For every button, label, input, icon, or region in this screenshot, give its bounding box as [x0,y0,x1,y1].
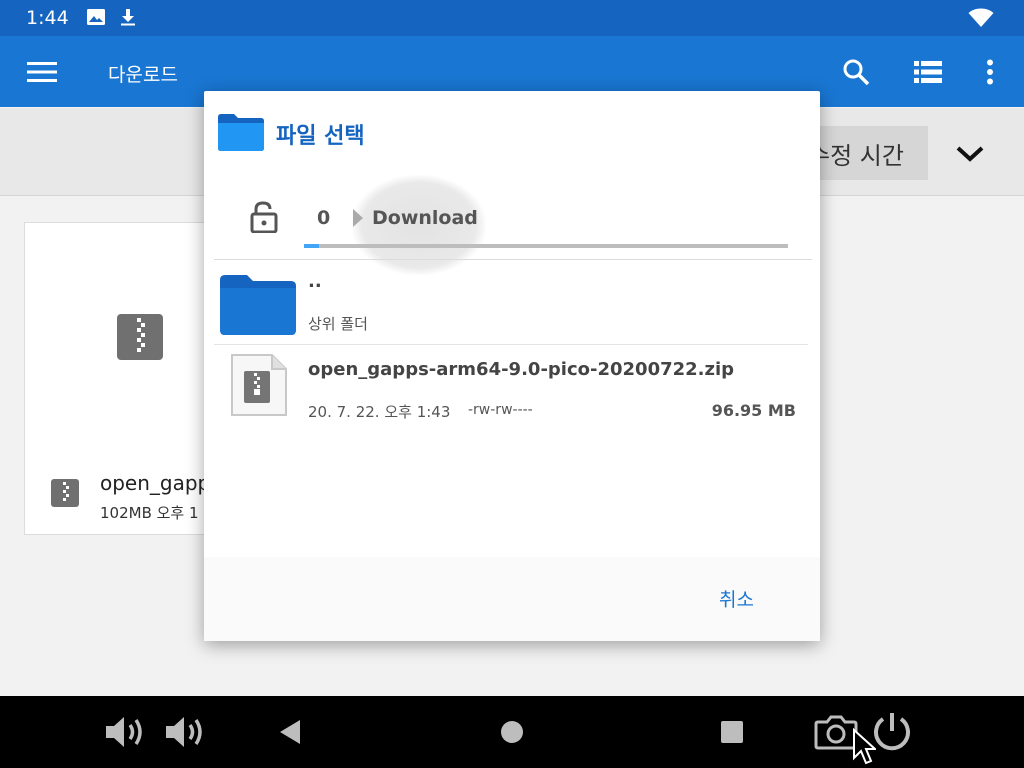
breadcrumb-scroll-thumb[interactable] [304,244,319,248]
download-icon [118,7,140,29]
image-icon [86,7,108,29]
dialog-title: 파일 선택 [276,124,365,149]
home-icon[interactable] [488,708,536,756]
list-item-name: .. [308,271,322,292]
list-item-size: 96.95 MB [711,401,796,420]
volume-up-icon[interactable] [162,708,210,756]
list-item-permissions: -rw-rw---- [468,402,533,418]
list-item-date: 20. 7. 22. 오후 1:43 [308,403,451,421]
file-picker-dialog: 파일 선택 0 Download .. 상위 폴더 open_gapps-arm… [204,91,820,641]
cancel-button[interactable]: 취소 [719,585,754,612]
zip-document-icon [230,353,288,421]
list-item-name: open_gapps-arm64-9.0-pico-20200722.zip [308,359,735,380]
breadcrumb-current[interactable]: Download [372,207,478,229]
dialog-divider [214,259,812,260]
back-icon[interactable] [266,708,314,756]
breadcrumb-separator-icon [353,209,363,227]
folder-icon [218,113,264,155]
volume-down-icon[interactable] [102,708,150,756]
status-time: 1:44 [26,7,69,29]
wifi-icon [968,8,994,30]
status-bar: 1:44 [0,0,1024,36]
breadcrumb-root[interactable]: 0 [317,207,330,229]
list-item-parent-folder[interactable]: .. 상위 폴더 [214,261,808,345]
lock-open-icon[interactable] [250,201,278,237]
folder-icon [220,273,296,339]
breadcrumb-scrollbar[interactable] [304,244,788,248]
list-item-subtitle: 상위 폴더 [308,315,368,333]
list-item-file[interactable]: open_gapps-arm64-9.0-pico-20200722.zip 2… [214,345,808,439]
recents-icon[interactable] [708,708,756,756]
mouse-cursor-icon [852,727,878,768]
